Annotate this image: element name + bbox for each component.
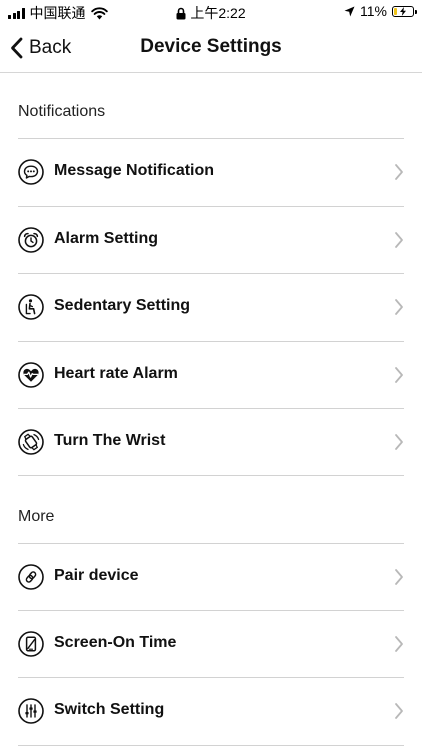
row-switch-setting[interactable]: Switch Setting	[0, 678, 422, 745]
sliders-icon	[18, 698, 44, 724]
row-pair-device[interactable]: Pair device	[0, 544, 422, 611]
sedentary-icon	[18, 294, 44, 320]
chevron-right-icon	[395, 232, 403, 248]
section-header-notifications: Notifications	[18, 103, 106, 120]
lock-icon	[176, 7, 186, 19]
battery-percent: 11%	[360, 3, 387, 19]
row-alarm-setting[interactable]: Alarm Setting	[0, 207, 422, 274]
row-message-notification[interactable]: Message Notification	[0, 139, 422, 206]
row-label: Alarm Setting	[54, 230, 159, 247]
status-bar: 中国联通 上午2:22 11%	[0, 0, 422, 24]
section-header-more: More	[18, 508, 55, 525]
alarm-clock-icon	[18, 227, 44, 253]
chevron-right-icon	[395, 636, 403, 652]
row-label: Switch Setting	[54, 701, 165, 718]
chevron-right-icon	[395, 569, 403, 585]
row-label: Message Notification	[54, 162, 215, 179]
chevron-right-icon	[395, 164, 403, 180]
row-label: Screen-On Time	[54, 634, 177, 651]
divider	[18, 475, 404, 476]
row-label: Heart rate Alarm	[54, 365, 178, 382]
charging-bolt-icon	[400, 6, 406, 16]
message-icon	[18, 159, 44, 185]
location-arrow-icon	[344, 6, 355, 16]
battery-icon	[392, 5, 417, 17]
chevron-right-icon	[395, 367, 403, 383]
chevron-right-icon	[395, 703, 403, 719]
status-time: 上午2:22	[190, 5, 246, 21]
link-icon	[18, 564, 44, 590]
chevron-right-icon	[395, 299, 403, 315]
row-label: Turn The Wrist	[54, 432, 166, 449]
row-heart-rate-alarm[interactable]: Heart rate Alarm	[0, 342, 422, 409]
row-label: Sedentary Setting	[54, 297, 191, 314]
row-turn-the-wrist[interactable]: Turn The Wrist	[0, 409, 422, 476]
row-sedentary-setting[interactable]: Sedentary Setting	[0, 274, 422, 341]
screen-icon	[18, 631, 44, 657]
row-label: Pair device	[54, 567, 139, 584]
wrist-icon	[18, 429, 44, 455]
divider	[18, 745, 404, 746]
chevron-right-icon	[395, 434, 403, 450]
heart-rate-icon	[18, 362, 44, 388]
row-screen-on-time[interactable]: Screen-On Time	[0, 611, 422, 678]
navigation-bar: Back Device Settings	[0, 24, 422, 73]
page-title: Device Settings	[140, 36, 282, 57]
